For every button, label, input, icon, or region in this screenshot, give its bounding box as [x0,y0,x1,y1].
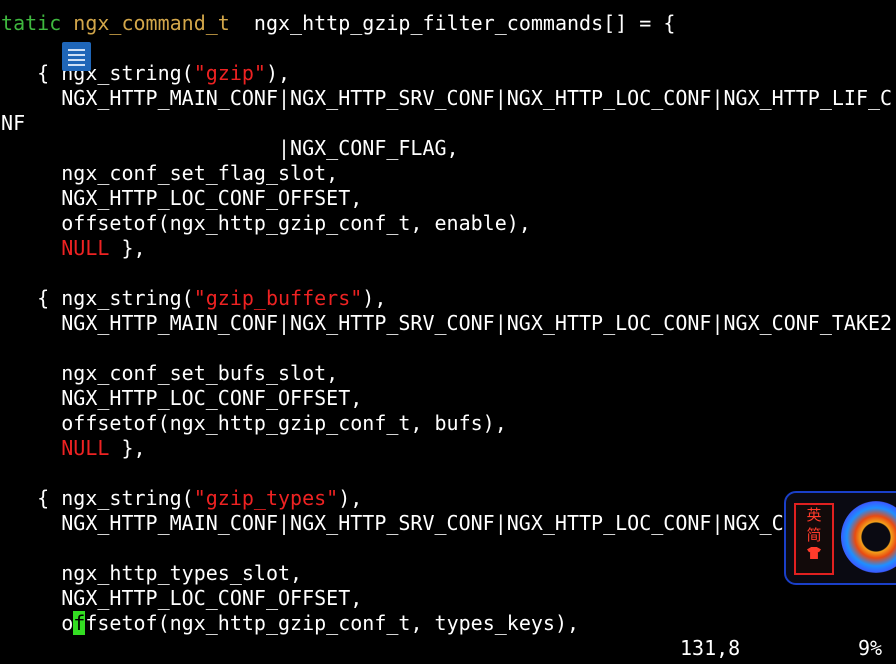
code-token: ), [338,486,363,510]
code-line[interactable]: NULL }, [0,236,896,261]
code-line[interactable]: NGX_HTTP_MAIN_CONF|NGX_HTTP_SRV_CONF|NGX… [0,511,896,536]
code-line[interactable]: NGX_HTTP_LOC_CONF_OFFSET, [0,386,896,411]
code-line[interactable]: { ngx_string("gzip"), [0,61,896,86]
ime-logo-icon [841,501,896,573]
code-line[interactable]: static ngx_command_t ngx_http_gzip_filte… [0,11,896,36]
code-line[interactable]: NGX_HTTP_MAIN_CONF|NGX_HTTP_SRV_CONF|NGX… [0,311,896,336]
cursor-position: 131,8 [680,636,741,660]
code-token: NGX_HTTP_LOC_CONF_OFFSET, [0,586,363,610]
code-token: offsetof(ngx_http_gzip_conf_t, enable), [0,211,531,235]
code-token: NGX_HTTP_LOC_CONF_OFFSET, [0,186,363,210]
code-token: , [0,536,1,560]
code-line[interactable]: NGX_HTTP_LOC_CONF_OFFSET, [0,186,896,211]
code-line[interactable]: offsetof(ngx_http_gzip_conf_t, bufs), [0,411,896,436]
code-token: static [0,11,62,35]
code-token: ngx_http_gzip_filter_commands[] = { [229,11,676,35]
code-line[interactable]: , [0,336,896,361]
code-token: { ngx_string( [0,61,194,85]
code-token: ngx_conf_set_bufs_slot, [0,361,339,385]
code-line[interactable]: offsetof(ngx_http_gzip_conf_t, types_key… [0,611,896,636]
code-line[interactable] [0,461,896,486]
code-token: "gzip_buffers" [193,286,363,310]
code-editor[interactable]: static ngx_command_t ngx_http_gzip_filte… [0,11,896,636]
code-line[interactable]: , [0,536,896,561]
code-token: |NGX_CONF_FLAG, [0,136,459,160]
code-line[interactable]: ngx_http_types_slot, [0,561,896,586]
code-line[interactable] [0,36,896,61]
code-token: ngx_conf_set_flag_slot, [0,161,339,185]
code-token: fsetof(ngx_http_gzip_conf_t, types_keys)… [85,611,580,635]
code-token: }, [109,236,146,260]
code-line[interactable] [0,261,896,286]
status-bar: 131,8 9% [0,636,896,661]
code-token: "gzip" [193,61,266,85]
code-line[interactable]: NGX_HTTP_LOC_CONF_OFFSET, [0,586,896,611]
scroll-percent: 9% [858,636,883,660]
code-line[interactable]: { ngx_string("gzip_buffers"), [0,286,896,311]
ime-status-widget[interactable]: 英 简 [784,491,896,585]
code-token: offsetof(ngx_http_gzip_conf_t, bufs), [0,411,507,435]
document-icon[interactable] [62,42,91,71]
code-token: ONF [0,111,26,135]
code-token: NGX_HTTP_MAIN_CONF|NGX_HTTP_SRV_CONF|NGX… [0,311,893,335]
code-token: , [0,336,1,360]
code-token: ), [265,61,291,85]
code-line[interactable]: NGX_HTTP_MAIN_CONF|NGX_HTTP_SRV_CONF|NGX… [0,86,896,111]
code-line[interactable]: offsetof(ngx_http_gzip_conf_t, enable), [0,211,896,236]
code-line[interactable]: |NGX_CONF_FLAG, [0,136,896,161]
code-line[interactable]: ONF [0,111,896,136]
code-token: NGX_HTTP_MAIN_CONF|NGX_HTTP_SRV_CONF|NGX… [0,511,784,535]
code-line[interactable]: ngx_conf_set_bufs_slot, [0,361,896,386]
code-token: NGX_HTTP_LOC_CONF_OFFSET, [0,386,363,410]
text-cursor: f [73,611,86,635]
code-token: NGX_HTTP_MAIN_CONF|NGX_HTTP_SRV_CONF|NGX… [0,86,893,110]
code-line[interactable]: { ngx_string("gzip_types"), [0,486,896,511]
ime-toggle-panel[interactable]: 英 简 [794,503,834,575]
code-token: ngx_command_t [73,11,230,35]
shirt-icon[interactable] [807,547,821,559]
code-token: ngx_http_types_slot, [0,561,303,585]
code-token: o [61,611,74,635]
ime-mode-toggle[interactable]: 简 [796,525,832,545]
code-line[interactable]: ngx_conf_set_flag_slot, [0,161,896,186]
code-token: NULL [61,236,110,260]
code-line[interactable]: NULL }, [0,436,896,461]
code-token: ), [362,286,387,310]
code-token: { ngx_string( [0,486,194,510]
code-token: NULL [61,436,110,460]
code-token: "gzip_types" [193,486,339,510]
code-token: { ngx_string( [0,286,194,310]
code-token: }, [109,436,146,460]
ime-language-toggle[interactable]: 英 [796,505,832,525]
